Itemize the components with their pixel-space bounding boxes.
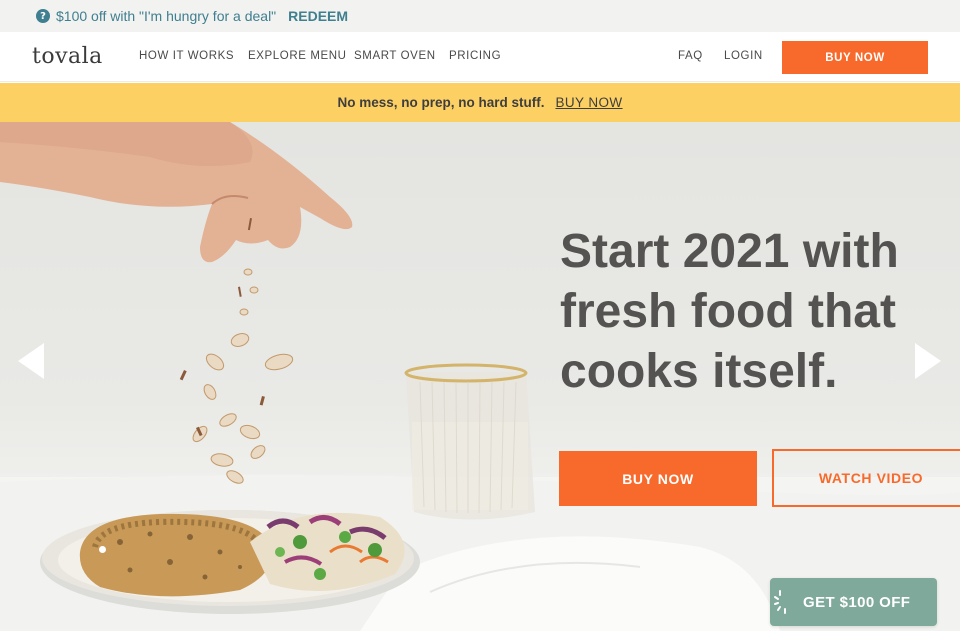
slide-indicator-dot[interactable] xyxy=(99,546,106,553)
promo-text: $100 off with "I'm hungry for a deal" xyxy=(56,8,277,24)
nav-pricing[interactable]: PRICING xyxy=(449,50,501,62)
hero-buy-now-button[interactable]: BUY NOW xyxy=(559,451,757,506)
nav-how-it-works[interactable]: HOW IT WORKS xyxy=(139,50,234,62)
redeem-link[interactable]: REDEEM xyxy=(288,8,348,24)
nav-buy-now-button[interactable]: BUY NOW xyxy=(782,41,928,74)
promo-bar: ? $100 off with "I'm hungry for a deal" … xyxy=(0,0,960,32)
question-icon[interactable]: ? xyxy=(36,9,50,23)
hero-section: Start 2021 with fresh food that cooks it… xyxy=(0,122,960,631)
promo-banner: No mess, no prep, no hard stuff. BUY NOW xyxy=(0,83,960,122)
nav-explore-menu[interactable]: EXPLORE MENU xyxy=(248,50,347,62)
banner-text: No mess, no prep, no hard stuff. xyxy=(337,95,545,110)
get-100-off-button[interactable]: GET $100 OFF xyxy=(770,578,937,626)
logo[interactable]: tovala xyxy=(32,44,103,69)
chevron-right-icon[interactable] xyxy=(913,341,943,381)
banner-buy-now-link[interactable]: BUY NOW xyxy=(555,95,622,110)
sparkle-icon xyxy=(774,590,786,614)
chevron-left-icon[interactable] xyxy=(16,341,46,381)
nav-smart-oven[interactable]: SMART OVEN xyxy=(354,50,436,62)
watch-video-button[interactable]: WATCH VIDEO xyxy=(772,449,960,507)
nav-login[interactable]: LOGIN xyxy=(724,50,763,62)
main-nav: tovala HOW IT WORKS EXPLORE MENU SMART O… xyxy=(0,32,960,82)
hero-headline: Start 2021 with fresh food that cooks it… xyxy=(560,225,899,398)
nav-faq[interactable]: FAQ xyxy=(678,50,703,62)
get-100-off-label: GET $100 OFF xyxy=(803,593,911,611)
